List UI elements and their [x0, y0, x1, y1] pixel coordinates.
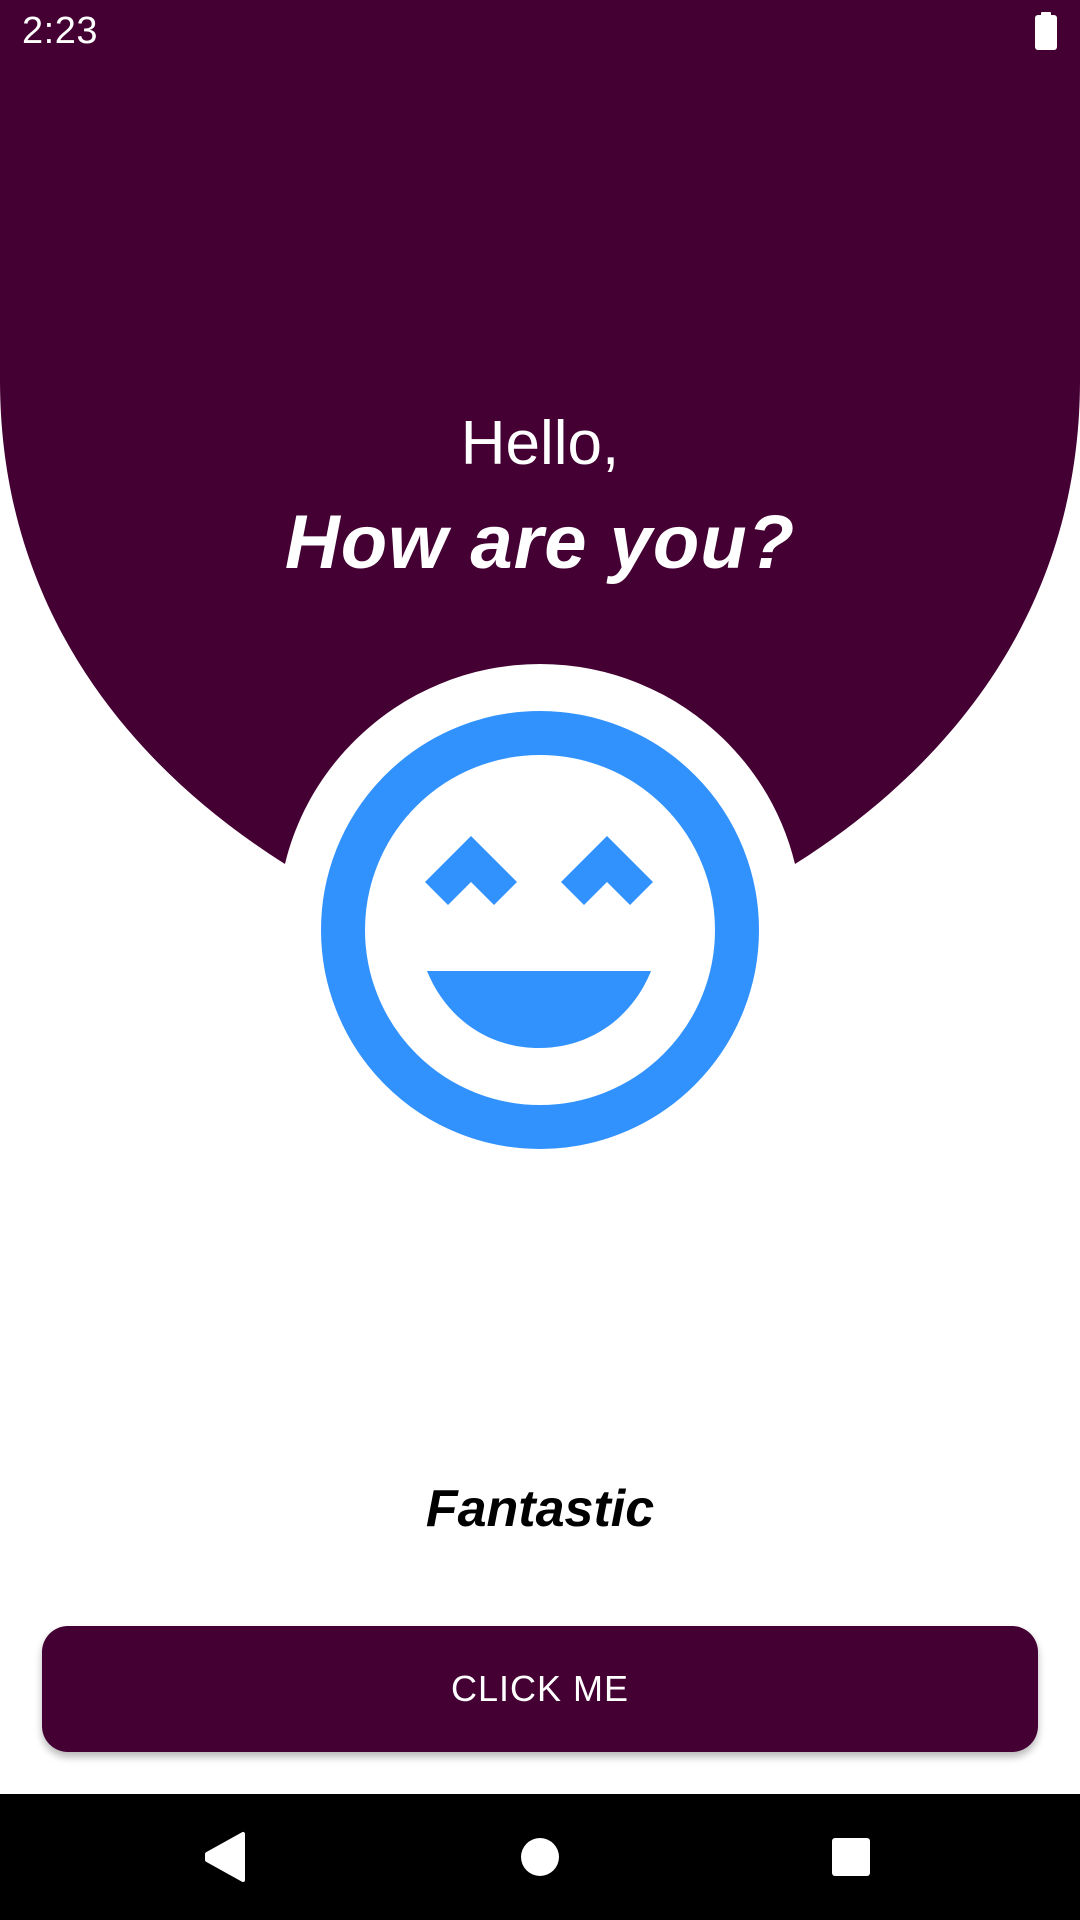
greeting-question-text: How are you? [284, 500, 796, 585]
recents-square-icon[interactable] [780, 1794, 920, 1920]
status-bar: 2:23 [0, 0, 1080, 64]
laughing-face-icon [278, 664, 802, 1188]
app-screen: 2:23 Hello, How are you? Fantastic CLICK… [0, 0, 1080, 1920]
mood-label: Fantastic [425, 1480, 655, 1538]
home-circle-icon[interactable] [470, 1794, 610, 1920]
greeting-hello-text: Hello, [460, 409, 620, 478]
status-time: 2:23 [22, 10, 98, 52]
back-triangle-icon[interactable] [155, 1794, 295, 1920]
battery-full-icon [1035, 12, 1057, 50]
navigation-bar [0, 1794, 1080, 1920]
click-me-button[interactable]: CLICK ME [42, 1626, 1038, 1752]
